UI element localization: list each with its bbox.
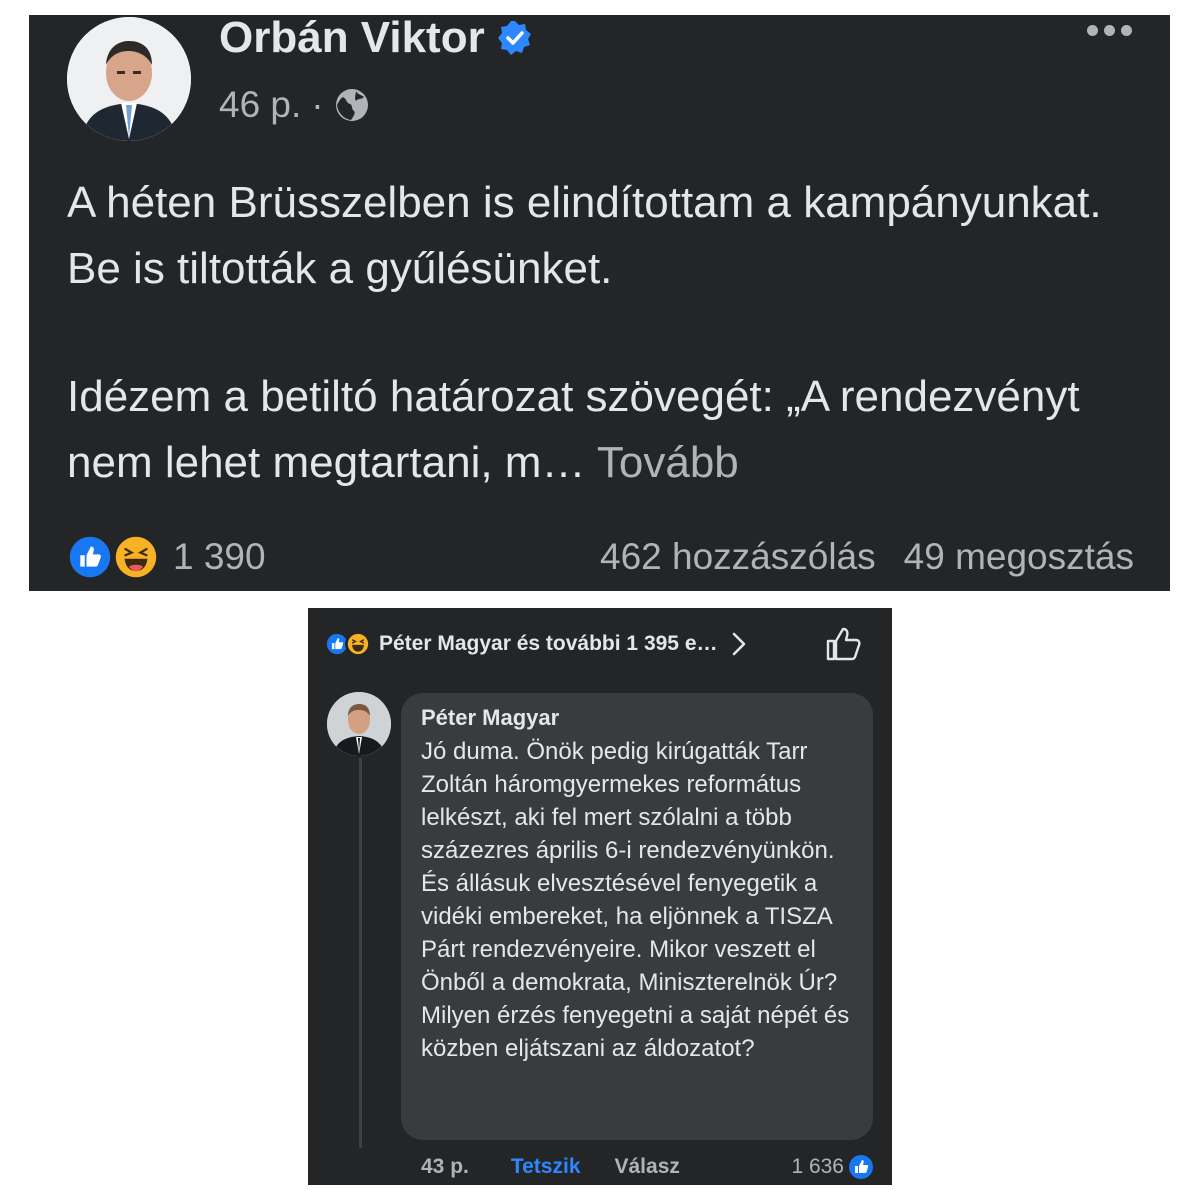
- commenter-avatar[interactable]: [327, 692, 391, 756]
- more-dot-icon: [1121, 25, 1132, 36]
- comment-like-button[interactable]: Tetszik: [511, 1155, 581, 1179]
- comments-count-link[interactable]: 462 hozzászólás: [600, 536, 876, 578]
- comment-reply-button[interactable]: Válasz: [615, 1155, 680, 1179]
- post-paragraph-2: Idézem a betiltó határozat szövegét: „A …: [67, 364, 1147, 496]
- meta-separator: ·: [311, 84, 324, 125]
- like-reaction-icon: [849, 1155, 873, 1179]
- like-reaction-icon: [65, 532, 115, 582]
- globe-icon: [335, 89, 368, 121]
- comment-bubble: Péter Magyar Jó duma. Önök pedig kirúgat…: [401, 693, 873, 1140]
- avatar-portrait-icon: [327, 692, 391, 756]
- more-dot-icon: [1087, 25, 1098, 36]
- post-paragraph-1: A héten Brüsszelben is elindítottam a ka…: [67, 178, 1102, 293]
- post-meta: 46 p. ·: [219, 85, 370, 125]
- likers-text: Péter Magyar és további 1 395 e…: [379, 632, 718, 655]
- haha-reaction-icon: [111, 532, 161, 582]
- comment-view: Péter Magyar és további 1 395 e… Péter M…: [308, 608, 892, 1185]
- post-body: A héten Brüsszelben is elindítottam a ka…: [67, 170, 1147, 496]
- commenter-name[interactable]: Péter Magyar: [421, 703, 857, 733]
- comment-actions: 43 p. Tetszik Válasz 1 636: [421, 1151, 874, 1183]
- chevron-right-icon: [732, 632, 745, 656]
- thread-line: [359, 758, 362, 1148]
- likers-summary[interactable]: Péter Magyar és további 1 395 e…: [324, 626, 876, 662]
- post-paragraph-2-text: Idézem a betiltó határozat szövegét: „A …: [67, 372, 1080, 487]
- reaction-icons[interactable]: [65, 532, 161, 582]
- likers-reaction-icons: [324, 631, 371, 657]
- comment-text: Jó duma. Önök pedig kirúgatták Tarr Zolt…: [421, 738, 850, 1062]
- like-outline-icon[interactable]: [824, 626, 862, 662]
- post-card: Orbán Viktor 46 p. · A héten Brüsszelben…: [29, 15, 1170, 591]
- verified-badge-icon: [497, 21, 531, 55]
- shares-count-link[interactable]: 49 megosztás: [904, 536, 1134, 578]
- author-name[interactable]: Orbán Viktor: [219, 15, 485, 61]
- comment-like-count-text: 1 636: [791, 1155, 844, 1178]
- haha-reaction-icon: [345, 631, 371, 657]
- engagement-counts: 462 hozzászólás 49 megosztás: [600, 536, 1134, 578]
- reaction-count[interactable]: 1 390: [173, 536, 266, 578]
- comment-time[interactable]: 43 p.: [421, 1155, 469, 1179]
- more-options-button[interactable]: [1087, 25, 1132, 36]
- author-name-row: Orbán Viktor: [219, 15, 533, 61]
- post-stats-bar: 1 390 462 hozzászólás 49 megosztás: [65, 532, 1134, 582]
- post-time[interactable]: 46 p.: [219, 85, 301, 125]
- avatar-portrait-icon: [67, 17, 191, 141]
- more-dot-icon: [1104, 25, 1115, 36]
- author-avatar[interactable]: [67, 17, 191, 141]
- comment-like-count[interactable]: 1 636: [791, 1154, 874, 1180]
- see-more-link[interactable]: Tovább: [597, 438, 739, 487]
